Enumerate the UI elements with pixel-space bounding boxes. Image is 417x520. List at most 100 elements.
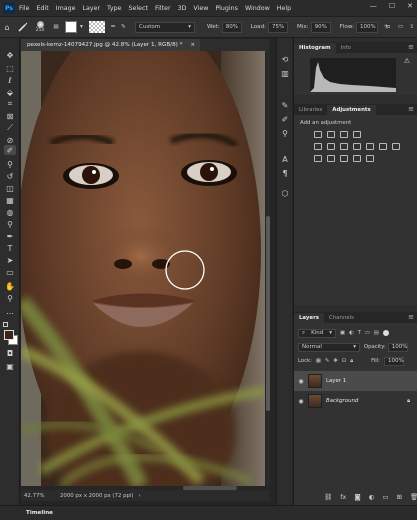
menu-item-type[interactable]: Type [107,5,121,12]
curves-icon[interactable] [340,131,348,138]
dodge-tool-icon[interactable]: ⚲ [4,219,16,229]
black-white-icon[interactable] [353,143,361,150]
document-tab[interactable]: pexels-kemz-14079427.jpg @ 42.8% (Layer … [21,39,201,51]
close-tab-icon[interactable]: × [190,42,195,48]
lock-artboard-icon[interactable]: ⊡ [342,358,346,364]
threshold-icon[interactable] [340,155,348,162]
share-icon[interactable]: ⇪ [409,24,414,30]
tab-channels[interactable]: Channels [324,313,359,323]
blur-tool-icon[interactable]: ◍ [4,207,16,217]
menu-item-plugins[interactable]: Plugins [215,5,238,12]
menu-item-layer[interactable]: Layer [82,5,100,12]
load-brush-icon[interactable]: ✏ [111,24,121,30]
menu-item-image[interactable]: Image [56,5,76,12]
brush-size-picker[interactable]: 250 [30,21,50,33]
search-icon[interactable]: ⌕ [387,22,391,32]
brightness-contrast-icon[interactable] [314,131,322,138]
trash-icon[interactable]: 🗑︎ [410,493,417,501]
levels-icon[interactable] [327,131,335,138]
vertical-scrollbar[interactable] [266,51,270,486]
color-lookup-icon[interactable] [392,143,400,150]
path-selection-tool-icon[interactable]: ➤ [4,255,16,265]
posterize-icon[interactable] [327,155,335,162]
layer-row-layer-1[interactable]: ◉ Layer 1 [294,371,417,391]
flow-field[interactable]: 100% [355,21,378,33]
lasso-tool-icon[interactable]: ℓ [4,75,16,85]
lock-transparency-icon[interactable]: ▦ [316,358,321,364]
invert-icon[interactable] [314,155,322,162]
home-icon[interactable]: ⌂ [0,23,14,32]
layer-kind-filter[interactable]: ⌕ Kind ▾ [298,328,336,338]
brushes-panel-icon[interactable]: ✐ [280,114,290,124]
selective-color-icon[interactable] [366,155,374,162]
menu-item-view[interactable]: View [193,5,208,12]
move-tool-icon[interactable]: ✥ [4,50,16,60]
adjustment-icon[interactable]: ◐ [369,493,375,501]
fill-field[interactable]: 100% [383,356,404,366]
history-brush-tool-icon[interactable]: ↺ [4,171,16,181]
channel-mixer-icon[interactable] [379,143,387,150]
lock-pixels-icon[interactable]: ✎ [325,358,329,364]
eye-icon[interactable]: ◉ [294,398,308,405]
clean-brush-swatch[interactable] [89,21,105,33]
filter-type-icon[interactable]: T [358,330,361,336]
menu-item-edit[interactable]: Edit [37,5,49,12]
tab-histogram[interactable]: Histogram [294,43,336,53]
tab-info[interactable]: Info [336,43,356,53]
mixer-brush-tool-icon[interactable]: ✐ [4,145,16,155]
layer-row-background[interactable]: ◉ Background 🔒︎ [294,391,417,411]
opacity-field[interactable]: 100% [387,342,408,352]
filter-shape-icon[interactable]: ▭ [365,330,370,336]
mask-icon[interactable]: ◙ [354,493,360,501]
lock-all-icon[interactable]: 🔒︎ [350,358,353,365]
menu-item-help[interactable]: Help [277,5,291,12]
close-window-button[interactable]: ✕ [407,2,413,10]
type-tool-icon[interactable]: T [4,243,16,253]
character-panel-icon[interactable]: A [280,154,290,164]
tab-layers[interactable]: Layers [294,313,324,323]
workspace-icon[interactable]: ▭ [398,24,403,30]
zoom-tool-icon[interactable]: ⚲ [4,293,16,303]
tab-libraries[interactable]: Libraries [294,105,327,115]
gradient-map-icon[interactable] [353,155,361,162]
more-tools-icon[interactable]: … [4,306,16,316]
3d-panel-icon[interactable]: ⬡ [280,188,290,198]
frame-tool-icon[interactable]: ⊠ [4,111,16,121]
history-panel-icon[interactable]: ⟲ [280,54,290,64]
minimize-button[interactable]: — [370,2,377,10]
eye-icon[interactable]: ◉ [294,378,308,385]
marquee-tool-icon[interactable]: ⬚ [4,63,16,73]
mixer-preset-select[interactable]: Custom ▾ [135,21,195,33]
menu-item-3d[interactable]: 3D [178,5,187,12]
mix-field[interactable]: 90% [310,21,331,33]
hue-saturation-icon[interactable] [327,143,335,150]
status-menu-arrow[interactable]: › [139,493,141,499]
object-selection-tool-icon[interactable]: ⬙ [4,87,16,97]
panel-menu-icon[interactable]: ≡ [408,105,414,113]
lock-position-icon[interactable]: ✥ [333,358,337,364]
menu-item-select[interactable]: Select [129,5,148,12]
gradient-tool-icon[interactable]: ▦ [4,195,16,205]
filter-smart-object-icon[interactable]: ▤ [374,330,379,336]
pen-tool-icon[interactable]: ✒ [4,231,16,241]
filter-adjustment-icon[interactable]: ◐ [349,330,354,336]
canvas[interactable] [21,51,265,486]
histogram-warning-icon[interactable]: ⚠ [404,57,410,65]
menu-item-window[interactable]: Window [245,5,270,12]
new-layer-icon[interactable]: ⊞ [397,493,402,501]
swatch-dropdown-icon[interactable]: ▾ [80,24,86,30]
vertical-scroll-thumb[interactable] [266,216,270,411]
rectangle-tool-icon[interactable]: ▭ [4,267,16,277]
brush-settings-icon[interactable]: ▤ [50,24,62,30]
group-icon[interactable]: ▭ [382,493,388,501]
filter-pixel-icon[interactable]: ▣ [340,330,345,336]
properties-panel-icon[interactable]: ▥ [280,68,290,78]
healing-brush-tool-icon[interactable]: ⊘ [4,135,16,145]
blend-mode-select[interactable]: Normal ▾ [298,342,360,352]
vibrance-icon[interactable] [314,143,322,150]
brush-settings-panel-icon[interactable]: ✎ [280,100,290,110]
hand-tool-icon[interactable]: ✋ [4,281,16,291]
wet-field[interactable]: 80% [221,21,242,33]
quick-mask-icon[interactable]: ◘ [4,348,16,358]
screen-mode-icon[interactable]: ▣ [4,361,16,371]
